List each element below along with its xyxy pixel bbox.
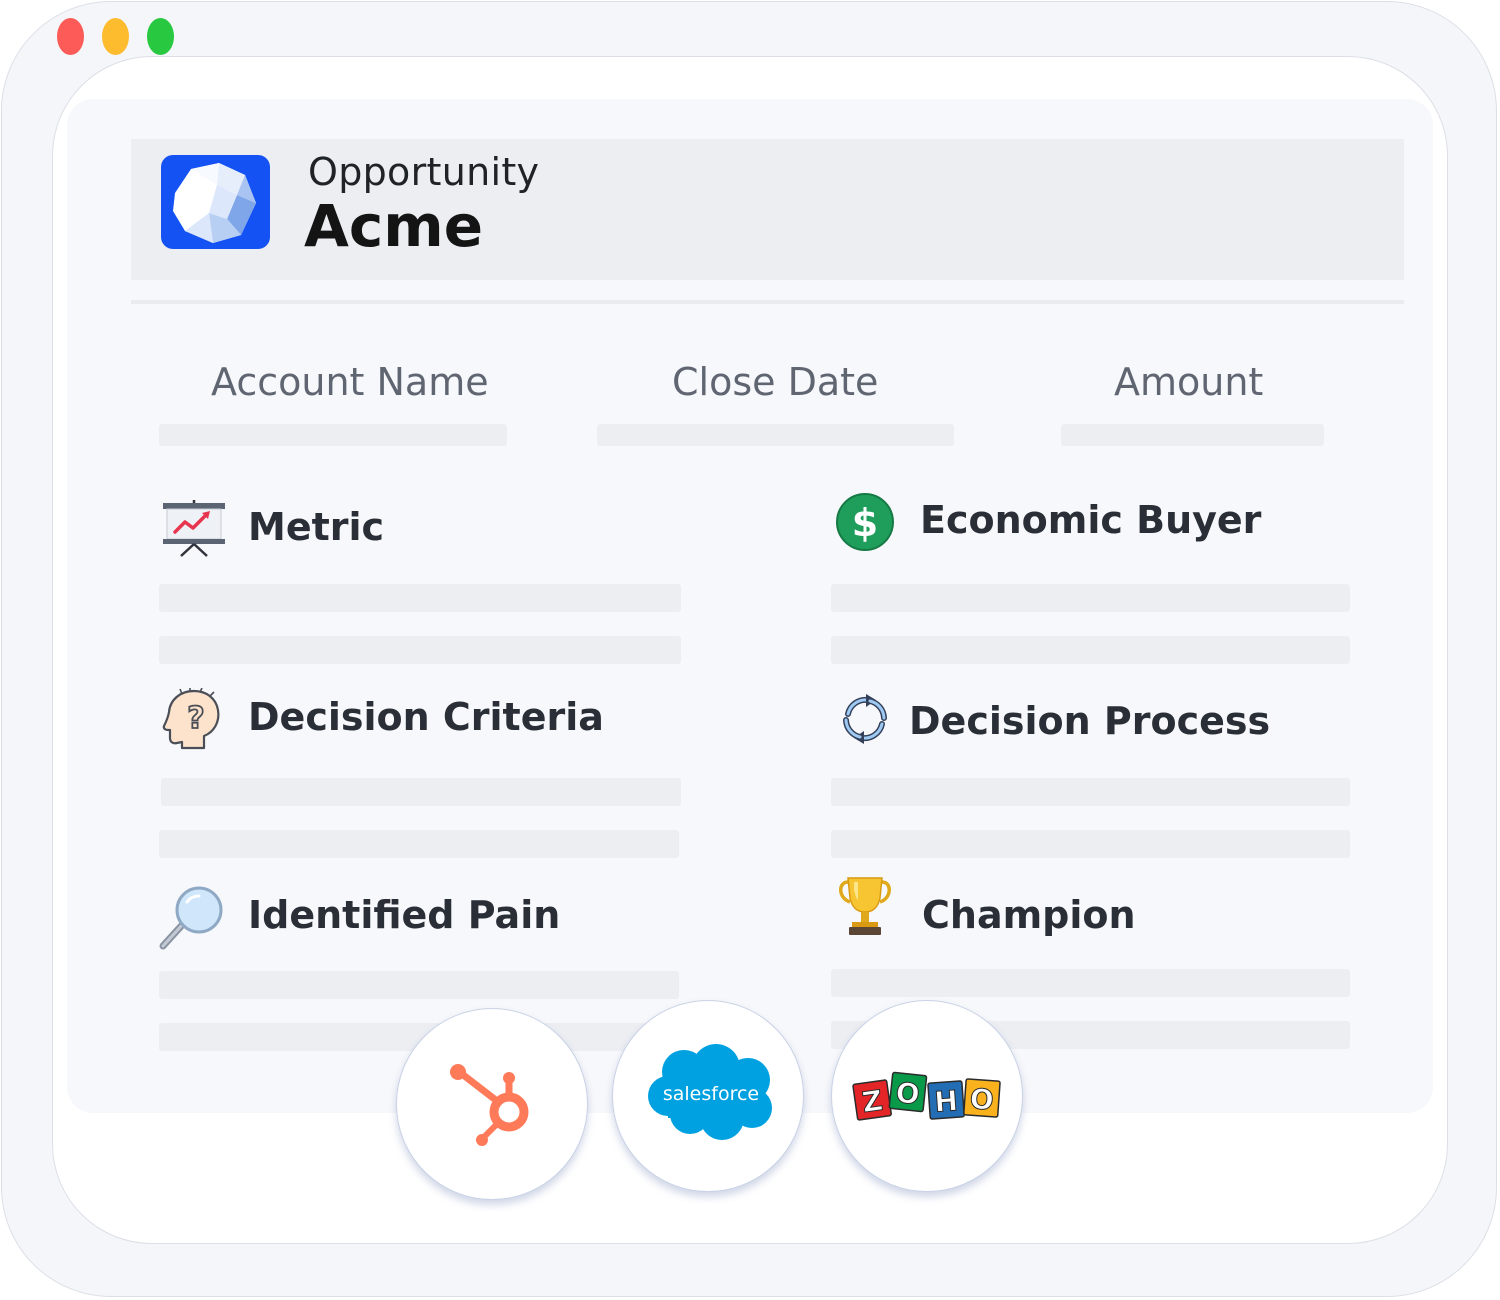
header-divider xyxy=(131,300,1404,304)
svg-text:?: ? xyxy=(187,701,204,736)
identified-pain-line-1 xyxy=(159,971,679,999)
svg-text:$: $ xyxy=(852,501,878,545)
decision-process-title: Decision Process xyxy=(909,699,1271,743)
metric-line-1 xyxy=(159,584,681,612)
economic-buyer-line-2 xyxy=(831,636,1350,664)
metric-line-2 xyxy=(159,636,681,664)
identified-pain-title: Identified Pain xyxy=(248,893,561,937)
decision-criteria-line-2 xyxy=(159,830,679,858)
salesforce-integration-button[interactable]: salesforce xyxy=(612,1000,804,1192)
svg-text:salesforce: salesforce xyxy=(663,1083,759,1105)
presentation-chart-icon xyxy=(161,498,227,563)
champion-line-1 xyxy=(831,969,1350,997)
window-maximize-button[interactable] xyxy=(147,18,174,55)
metric-title: Metric xyxy=(248,505,385,549)
hubspot-logo-icon xyxy=(450,1064,529,1146)
zoho-tile-3: H xyxy=(927,1080,965,1120)
window-minimize-button[interactable] xyxy=(102,18,129,55)
svg-text:O: O xyxy=(969,1082,995,1117)
decision-criteria-line-1 xyxy=(161,778,681,806)
opportunity-name: Acme xyxy=(304,192,484,260)
refresh-cycle-icon xyxy=(838,692,892,751)
decision-process-line-1 xyxy=(831,778,1350,806)
dollar-icon: $ xyxy=(836,493,894,556)
account-name-label: Account Name xyxy=(211,360,489,404)
amount-value-placeholder[interactable] xyxy=(1061,424,1324,446)
window-close-button[interactable] xyxy=(57,18,84,55)
zoho-tile-2: O xyxy=(888,1071,928,1113)
svg-text:H: H xyxy=(933,1084,959,1119)
trophy-icon xyxy=(836,876,894,941)
zoho-tile-1: Z xyxy=(852,1079,892,1121)
economic-buyer-line-1 xyxy=(831,584,1350,612)
close-date-label: Close Date xyxy=(672,360,879,404)
close-date-value-placeholder[interactable] xyxy=(597,424,954,446)
svg-text:O: O xyxy=(894,1076,921,1111)
decision-criteria-title: Decision Criteria xyxy=(248,695,604,739)
zoho-integration-button[interactable]: ZOHO xyxy=(831,1000,1023,1192)
champion-title: Champion xyxy=(922,893,1136,937)
economic-buyer-title: Economic Buyer xyxy=(920,498,1262,542)
zoho-logo-icon: ZOHO xyxy=(852,1071,1001,1121)
decision-process-line-2 xyxy=(831,830,1350,858)
crystal-gem-logo-icon xyxy=(161,155,270,249)
thinking-head-icon: ? xyxy=(160,687,226,755)
amount-label: Amount xyxy=(1114,360,1264,404)
hubspot-integration-button[interactable] xyxy=(396,1008,588,1200)
account-name-value-placeholder[interactable] xyxy=(159,424,507,446)
record-type-label: Opportunity xyxy=(308,150,540,194)
salesforce-logo-icon: salesforce xyxy=(648,1044,772,1140)
zoho-tile-4: O xyxy=(963,1078,1001,1118)
magnifier-icon xyxy=(159,886,229,955)
